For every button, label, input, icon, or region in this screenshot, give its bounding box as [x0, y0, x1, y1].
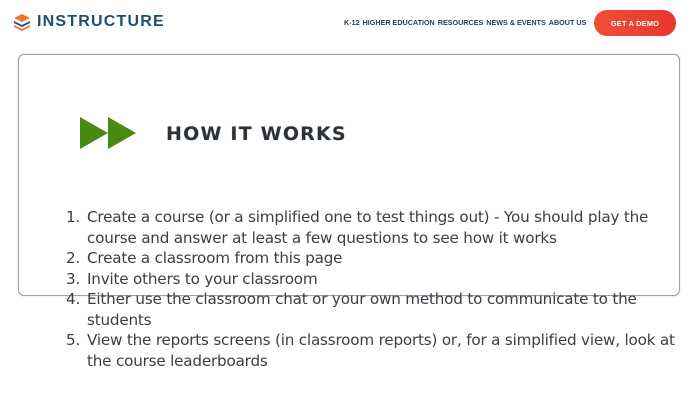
page: INSTRUCTURE K-12 HIGHER EDUCATION RESOUR… — [0, 0, 700, 400]
fast-forward-icon — [80, 117, 136, 149]
how-it-works-icon-wrap — [78, 114, 138, 152]
logo-text: INSTRUCTURE — [37, 13, 165, 30]
nav-resources[interactable]: RESOURCES — [438, 18, 484, 27]
step-text: Either use the classroom chat or your ow… — [87, 290, 637, 329]
steps-list: 1. Create a course (or a simplified one … — [66, 207, 676, 371]
nav-news-events[interactable]: NEWS & EVENTS — [486, 18, 546, 27]
instructure-logo[interactable]: INSTRUCTURE — [13, 13, 165, 31]
step-number: 5. — [66, 331, 81, 349]
site-header: INSTRUCTURE K-12 HIGHER EDUCATION RESOUR… — [0, 0, 700, 46]
step-number: 3. — [66, 269, 81, 288]
list-item: 2. Create a classroom from this page — [66, 248, 676, 269]
nav-about-us[interactable]: ABOUT US — [549, 18, 587, 27]
get-demo-button[interactable]: GET A DEMO — [594, 10, 676, 36]
step-text: Create a course (or a simplified one to … — [87, 208, 649, 247]
step-number: 2. — [66, 249, 81, 267]
step-number: 4. — [66, 290, 81, 308]
instructure-logo-icon — [14, 14, 30, 31]
step-number: 1. — [66, 208, 81, 226]
step-text: View the reports screens (in classroom r… — [87, 331, 675, 370]
list-item: 1. Create a course (or a simplified one … — [66, 207, 676, 248]
how-it-works-heading: HOW IT WORKS — [166, 123, 347, 145]
main-nav: K-12 HIGHER EDUCATION RESOURCES NEWS & E… — [344, 18, 586, 27]
nav-k12[interactable]: K-12 — [344, 18, 360, 27]
step-text: Create a classroom from this page — [87, 249, 343, 267]
list-item: 3. Invite others to your classroom — [66, 269, 676, 290]
step-text: Invite others to your classroom — [87, 269, 318, 288]
nav-higher-education[interactable]: HIGHER EDUCATION — [363, 18, 435, 27]
list-item: 4. Either use the classroom chat or your… — [66, 289, 676, 330]
list-item: 5. View the reports screens (in classroo… — [66, 330, 676, 371]
